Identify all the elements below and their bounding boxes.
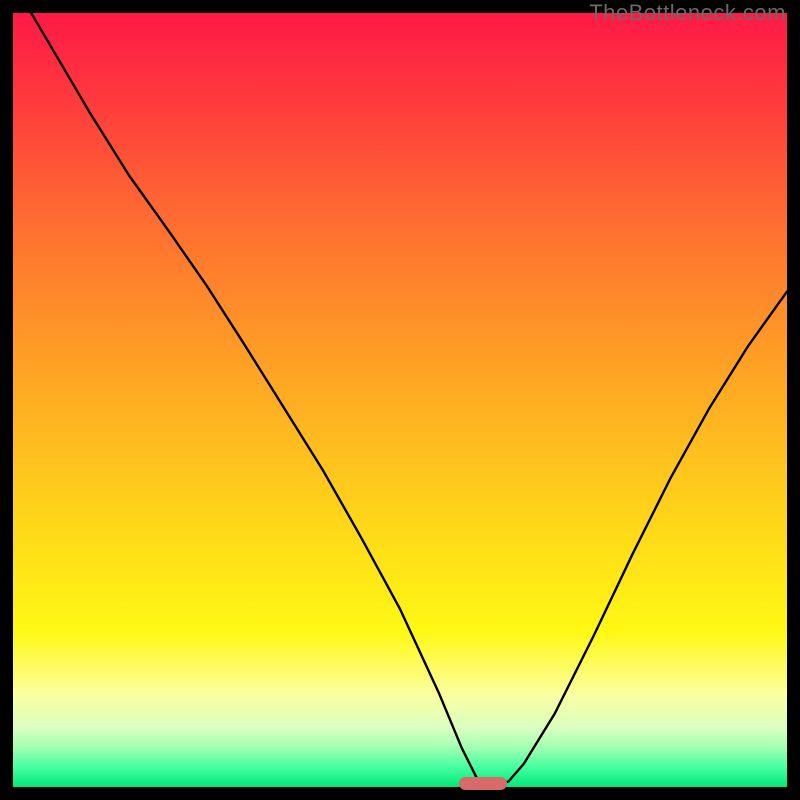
plot-area	[13, 13, 787, 787]
watermark-text: TheBottleneck.com	[589, 0, 786, 26]
optimal-marker	[459, 777, 507, 790]
chart-stage: TheBottleneck.com	[0, 0, 800, 800]
bottleneck-curve	[13, 13, 787, 787]
